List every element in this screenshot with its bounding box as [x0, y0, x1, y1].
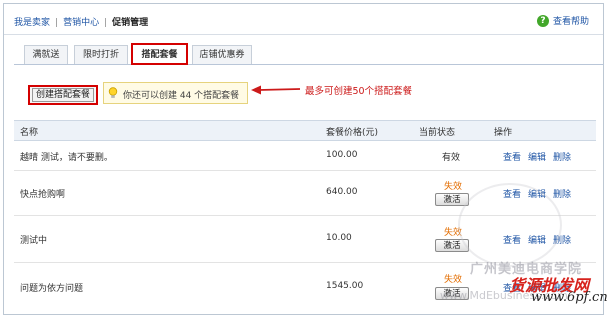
breadcrumb-separator: |: [55, 18, 59, 28]
remaining-tip-text: 你还可以创建 44 个搭配套餐: [123, 91, 240, 101]
breadcrumb-home-link[interactable]: 我是卖家: [14, 18, 50, 28]
delete-link[interactable]: 删除: [553, 153, 571, 163]
row-name: 越晴 测试，请不要删。: [20, 153, 113, 163]
breadcrumb: 我是卖家 | 营销中心 | 促销管理: [14, 15, 148, 28]
row-price: 100.00: [326, 150, 358, 160]
breadcrumb-marketing-link[interactable]: 营销中心: [63, 18, 99, 28]
breadcrumb-separator: |: [104, 18, 108, 28]
header-ops: 操作: [494, 128, 513, 138]
breadcrumb-current: 促销管理: [112, 18, 149, 28]
header-status: 当前状态: [419, 128, 456, 138]
help-label: 查看帮助: [552, 17, 589, 27]
annotation-arrow-icon: [251, 85, 301, 95]
max-combo-annotation: 最多可创建50个搭配套餐: [305, 86, 413, 97]
table-header: 名称 套餐价格(元) 当前状态 操作: [14, 120, 596, 141]
row-name: 快点抢购啊: [20, 190, 66, 200]
row-status: 失效: [444, 182, 463, 192]
row-price: 10.00: [326, 233, 352, 243]
tab-combo-package[interactable]: 搭配套餐: [131, 43, 188, 65]
row-price: 1545.00: [326, 281, 364, 291]
row-name: 问题为依方问题: [20, 284, 84, 294]
row-price: 640.00: [326, 187, 358, 197]
row-ops: 查看 编辑 删除: [503, 150, 578, 163]
watermark-logo-icon: [458, 183, 562, 267]
row-status: 失效: [444, 275, 463, 285]
delete-link[interactable]: 删除: [553, 190, 571, 200]
watermark-site: www.6pf.cn: [531, 290, 608, 305]
table-row: 越晴 测试，请不要删。 100.00 有效 查看 编辑 删除: [14, 140, 596, 171]
header-name: 名称: [20, 128, 39, 138]
edit-link[interactable]: 编辑: [528, 153, 546, 163]
top-bar: 我是卖家 | 营销中心 | 促销管理 ? 查看帮助: [4, 4, 603, 35]
remaining-tip: 你还可以创建 44 个搭配套餐: [103, 82, 248, 104]
lightbulb-icon: [108, 87, 118, 98]
create-combo-button-label: 创建搭配套餐: [31, 88, 94, 102]
row-name: 测试中: [20, 236, 48, 246]
tab-limited-discount[interactable]: 限时打折: [74, 45, 128, 64]
header-price: 套餐价格(元): [326, 128, 379, 138]
tab-store-coupon[interactable]: 店铺优惠券: [192, 45, 252, 64]
row-status: 有效: [442, 153, 461, 163]
help-icon: ?: [536, 14, 549, 27]
view-link[interactable]: 查看: [503, 153, 521, 163]
create-combo-button[interactable]: 创建搭配套餐: [28, 85, 98, 105]
help-link[interactable]: ? 查看帮助: [536, 14, 589, 27]
tab-bar: 满就送 限时打折 搭配套餐 店铺优惠券: [14, 42, 604, 65]
tab-full-gift[interactable]: 满就送: [24, 45, 68, 64]
